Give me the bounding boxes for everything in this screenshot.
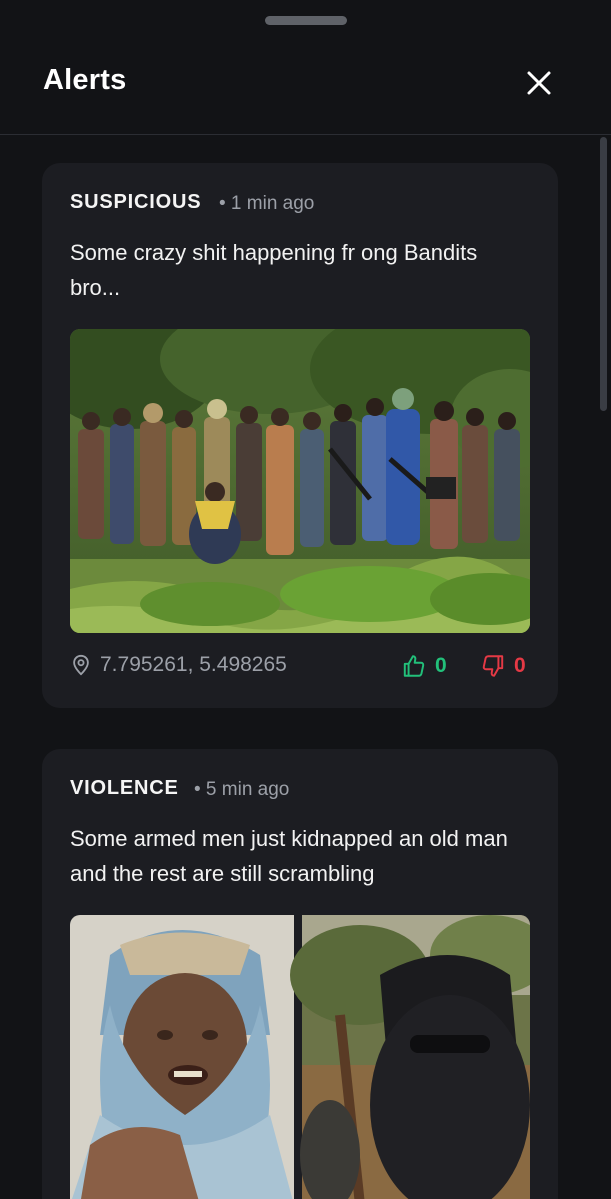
alert-time: • 1 min ago — [219, 193, 315, 214]
close-icon — [527, 71, 551, 95]
alert-description: Some armed men just kidnapped an old man… — [70, 826, 508, 886]
location-pin-icon — [73, 654, 89, 676]
alert-card[interactable]: VIOLENCE • 5 min ago Some armed men just… — [42, 749, 558, 1199]
alerts-sheet: Alerts SUSPICIOUS • 1 min ago Some crazy… — [0, 0, 611, 1199]
alert-time: • 5 min ago — [194, 779, 290, 800]
downvote-count: 0 — [514, 654, 526, 677]
upvote-button[interactable]: 0 — [401, 653, 447, 679]
sheet-header: Alerts — [0, 0, 611, 135]
alert-card[interactable]: SUSPICIOUS • 1 min ago Some crazy shit h… — [42, 163, 558, 708]
alert-photo[interactable] — [70, 329, 530, 633]
close-button[interactable] — [522, 66, 556, 100]
scrollbar[interactable] — [597, 133, 611, 1199]
scrollbar-thumb[interactable] — [600, 137, 607, 411]
drag-handle[interactable] — [265, 16, 347, 25]
alert-photo-image — [70, 915, 530, 1199]
alert-photo[interactable] — [70, 915, 530, 1199]
page-title: Alerts — [43, 64, 127, 96]
alert-location: 7.795261, 5.498265 — [70, 653, 287, 677]
alert-category: SUSPICIOUS — [70, 191, 202, 213]
alert-category: VIOLENCE — [70, 777, 179, 799]
alert-photo-image — [70, 329, 530, 633]
coordinates-text: 7.795261, 5.498265 — [100, 653, 287, 676]
upvote-count: 0 — [435, 654, 447, 677]
thumbs-down-icon — [482, 655, 504, 677]
thumbs-up-icon — [403, 655, 425, 677]
downvote-button[interactable]: 0 — [480, 653, 526, 679]
alert-description: Some crazy shit happening fr ong Bandits… — [70, 240, 478, 300]
